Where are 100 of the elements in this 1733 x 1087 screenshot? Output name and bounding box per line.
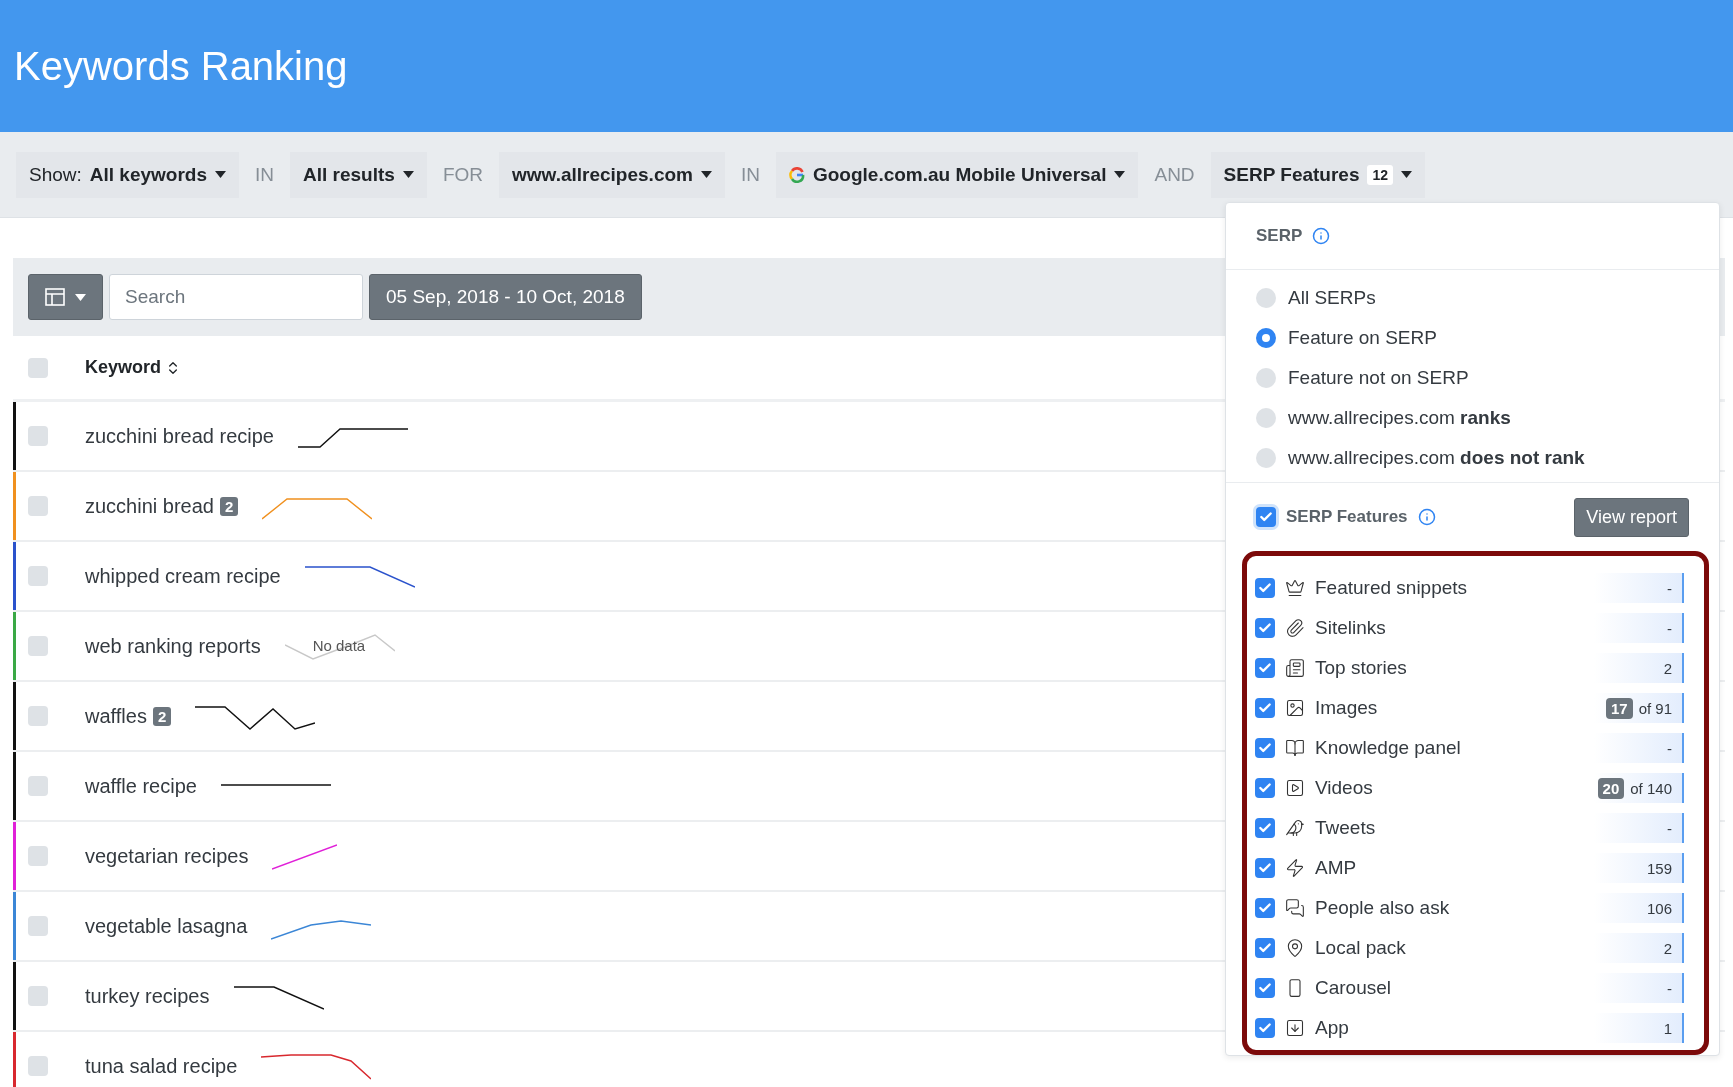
radio-button[interactable] xyxy=(1256,288,1276,308)
feature-label: App xyxy=(1315,1017,1349,1039)
map-pin-icon xyxy=(1285,938,1305,958)
feature-checkbox[interactable] xyxy=(1255,658,1275,678)
count-badge: 2 xyxy=(152,706,172,726)
check-icon xyxy=(1258,621,1272,635)
feature-count: 2 xyxy=(1663,659,1672,677)
column-header[interactable]: Keyword xyxy=(85,357,162,378)
filter-joiner: AND xyxy=(1153,163,1196,186)
keyword-text: waffles xyxy=(85,704,147,728)
filter-dropdown[interactable]: Google.com.au Mobile Universal xyxy=(775,151,1139,198)
select-all-checkbox[interactable] xyxy=(28,357,48,378)
features-checkbox[interactable] xyxy=(1256,507,1276,527)
option-label: All SERPs xyxy=(1288,287,1376,309)
keyword-text: web ranking reports xyxy=(85,634,261,658)
filter-joiner: IN xyxy=(254,163,276,186)
search-field[interactable]: Search xyxy=(109,274,363,320)
row-checkbox[interactable] xyxy=(28,566,48,586)
feature-checkbox[interactable] xyxy=(1255,618,1275,638)
filter-dropdown[interactable]: All results xyxy=(290,151,427,198)
panel-title: SERP xyxy=(1256,226,1303,246)
serp-option[interactable]: www.allrecipes.com ranks xyxy=(1256,398,1719,438)
g-logo-icon xyxy=(788,166,805,183)
filter-dropdown[interactable]: Show: All keywords xyxy=(16,151,240,198)
row-checkbox[interactable] xyxy=(28,916,48,936)
row-checkbox[interactable] xyxy=(28,496,48,516)
sparkline-drawing xyxy=(272,844,338,870)
feature-count: - xyxy=(1667,619,1672,637)
feature-label: Carousel xyxy=(1315,977,1392,999)
check-icon xyxy=(1258,701,1272,715)
keyword-text: zucchini bread xyxy=(85,494,214,518)
row-checkbox[interactable] xyxy=(28,636,48,656)
feature-count: 1 xyxy=(1663,1019,1672,1037)
check-icon xyxy=(1258,821,1272,835)
keyword-text: tuna salad recipe xyxy=(85,1054,238,1078)
caret-icon xyxy=(1114,171,1126,178)
keyword-text: whipped cream recipe xyxy=(85,564,281,588)
radio-button[interactable] xyxy=(1256,328,1276,348)
filter-joiner: IN xyxy=(739,163,761,186)
feature-label: Knowledge panel xyxy=(1315,737,1461,759)
radio-button[interactable] xyxy=(1256,368,1276,388)
date-range-button[interactable]: 05 Sep, 2018 - 10 Oct, 2018 xyxy=(369,274,642,320)
keyword-text: vegetarian recipes xyxy=(85,844,249,868)
feature-checkbox[interactable] xyxy=(1255,978,1275,998)
row-checkbox[interactable] xyxy=(28,706,48,726)
info-icon[interactable] xyxy=(1417,508,1436,526)
view-report-button[interactable]: View report xyxy=(1574,497,1689,537)
page-title: Keywords Ranking xyxy=(14,43,348,89)
feature-checkbox[interactable] xyxy=(1255,1018,1275,1038)
feature-checkbox[interactable] xyxy=(1255,898,1275,918)
filter-dropdown[interactable]: SERP Features 12 xyxy=(1210,151,1426,198)
feature-label: Featured snippets xyxy=(1315,577,1468,599)
info-icon[interactable] xyxy=(1312,227,1331,245)
option-label: www.allrecipes.com ranks xyxy=(1288,407,1511,429)
no-data-label: No data xyxy=(312,637,366,654)
column-view-button[interactable] xyxy=(28,274,103,320)
row-checkbox[interactable] xyxy=(28,1056,48,1076)
count-badge: 2 xyxy=(219,496,239,516)
row-checkbox[interactable] xyxy=(28,846,48,866)
radio-button[interactable] xyxy=(1256,448,1276,468)
feature-label: Videos xyxy=(1315,777,1373,799)
check-icon xyxy=(1258,981,1272,995)
bird-icon xyxy=(1285,818,1305,838)
check-icon xyxy=(1258,581,1272,595)
image-icon xyxy=(1285,698,1305,718)
serp-option[interactable]: www.allrecipes.com does not rank xyxy=(1256,438,1719,478)
feature-checkbox[interactable] xyxy=(1255,578,1275,598)
filter-dropdown[interactable]: www.allrecipes.com xyxy=(499,151,725,198)
paperclip-icon xyxy=(1285,618,1305,638)
serp-option[interactable]: Feature not on SERP xyxy=(1256,358,1719,398)
option-label: www.allrecipes.com does not rank xyxy=(1288,447,1585,469)
feature-count: 2 xyxy=(1663,939,1672,957)
feature-checkbox[interactable] xyxy=(1255,738,1275,758)
keyword-text: turkey recipes xyxy=(85,984,210,1008)
row-checkbox[interactable] xyxy=(28,776,48,796)
features-title: SERP Features xyxy=(1286,507,1408,527)
feature-checkbox[interactable] xyxy=(1255,778,1275,798)
caret-icon xyxy=(1401,171,1413,178)
feature-checkbox[interactable] xyxy=(1255,698,1275,718)
feature-count: - xyxy=(1667,819,1672,837)
keyword-text: zucchini bread recipe xyxy=(85,424,274,448)
feature-label: Local pack xyxy=(1315,937,1406,959)
feature-checkbox[interactable] xyxy=(1255,858,1275,878)
caret-icon xyxy=(75,293,86,301)
feature-label: Top stories xyxy=(1315,657,1407,679)
caret-icon xyxy=(402,171,414,178)
check-icon xyxy=(1258,861,1272,875)
row-checkbox[interactable] xyxy=(28,426,48,446)
radio-button[interactable] xyxy=(1256,408,1276,428)
check-icon xyxy=(1258,741,1272,755)
newspaper-icon xyxy=(1285,658,1305,678)
check-icon xyxy=(1258,1021,1272,1035)
feature-checkbox[interactable] xyxy=(1255,818,1275,838)
feature-checkbox[interactable] xyxy=(1255,938,1275,958)
keyword-text: vegetable lasagna xyxy=(85,914,248,938)
feature-count: of 91 xyxy=(1638,699,1672,717)
feature-count: - xyxy=(1667,979,1672,997)
row-checkbox[interactable] xyxy=(28,986,48,1006)
serp-option[interactable]: Feature on SERP xyxy=(1256,318,1719,358)
serp-option[interactable]: All SERPs xyxy=(1256,278,1719,318)
